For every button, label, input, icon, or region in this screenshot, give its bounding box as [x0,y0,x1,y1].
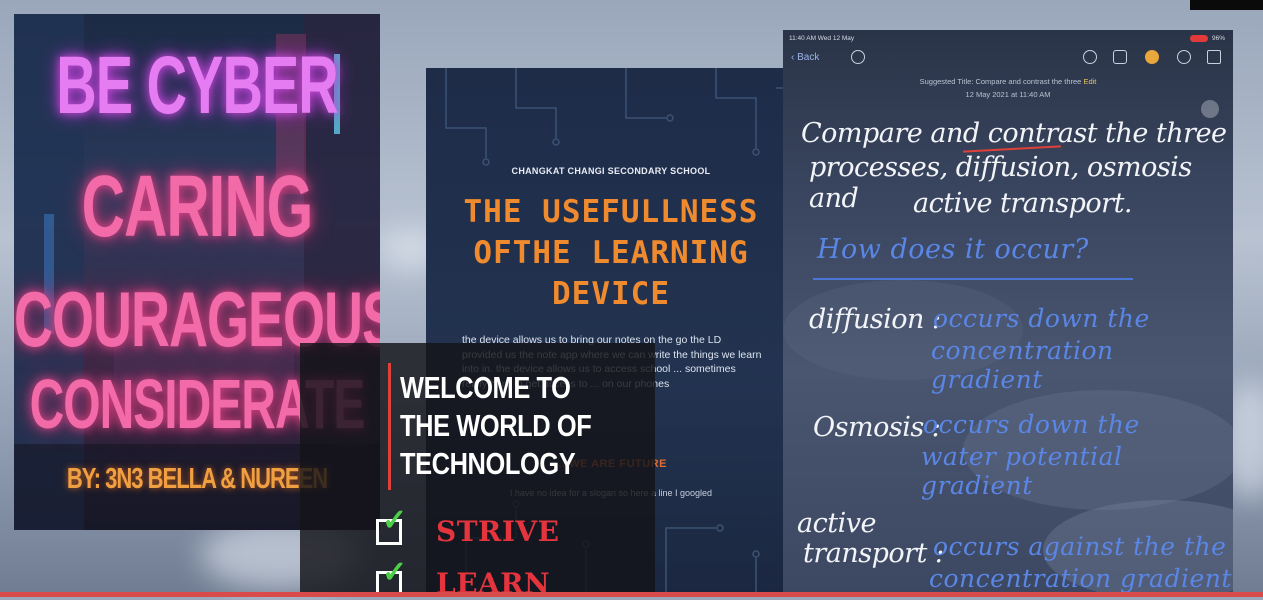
more-icon[interactable] [1177,50,1191,64]
desc-diffusion-2: concentration gradient [931,336,1114,394]
recording-indicator-icon [1189,35,1208,42]
desc-active-2: concentration gradient [929,564,1232,593]
check-icon: ✓ [382,504,408,537]
slide-title: THE USEFULLNESS OFTHE LEARNING DEVICE [463,194,759,312]
status-time: 11:40 AM Wed 12 May [789,35,855,42]
ipad-notes-screenshot: 11:40 AM Wed 12 May 96% ‹ Back Suggested… [783,30,1233,597]
list-item-label: STRIVE [436,515,560,548]
suggested-title-text: Suggested Title: Compare and contrast th… [919,77,1082,86]
status-right: 96% [1189,35,1225,43]
poster-line-be-cyber: BE CYBER [56,38,338,131]
check-icon: ✓ [382,556,408,589]
done-icon[interactable] [1083,50,1097,64]
term-transport: transport : [803,538,944,569]
poster-line-caring: CARING [81,157,314,256]
school-name: CHANGKAT CHANGI SECONDARY SCHOOL [511,166,711,176]
question-line-3: active transport. [913,188,1133,219]
accent-bar [388,363,391,490]
question-line-1: Compare and contrast the three [801,118,1227,149]
back-button[interactable]: ‹ Back [791,52,819,63]
bottom-red-rule [0,592,1263,597]
welcome-box: WELCOME TO THE WORLD OF TECHNOLOGY ✓ STR… [300,343,655,600]
battery-level: 96% [1211,35,1225,43]
note-date: 12 May 2021 at 11:40 AM [965,90,1051,99]
welcome-heading: WELCOME TO THE WORLD OF TECHNOLOGY [400,370,592,481]
desc-active-1: occurs against the the [933,532,1227,561]
subheading-rule [813,278,1133,280]
term-diffusion: diffusion : [809,304,941,335]
status-bar: 11:40 AM Wed 12 May 96% [789,35,1225,45]
subheading: How does it occur? [817,234,1089,265]
term-osmosis: Osmosis : [813,412,941,443]
back-label: Back [797,52,820,63]
desc-diffusion-1: occurs down the [933,304,1150,333]
edit-link[interactable]: Edit [1083,77,1096,86]
camera-icon[interactable] [1113,50,1127,64]
compose-icon[interactable] [1207,50,1221,64]
markup-icon[interactable] [1145,50,1159,64]
desc-osmosis-2: water potential gradient [921,442,1123,500]
term-active: active [797,508,876,539]
undo-icon[interactable] [851,50,865,64]
desc-osmosis-1: occurs down the [923,410,1140,439]
scroll-indicator [1201,100,1219,118]
top-black-bar [1190,0,1263,10]
suggested-title: Suggested Title: Compare and contrast th… [783,77,1233,86]
